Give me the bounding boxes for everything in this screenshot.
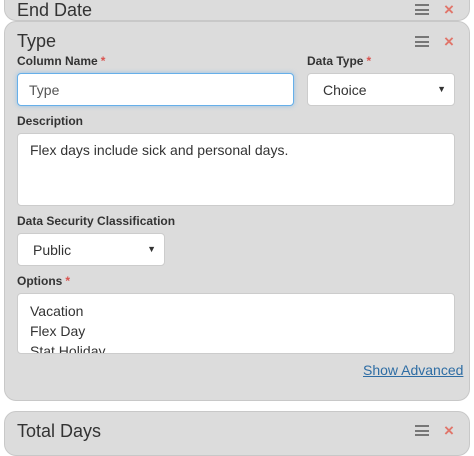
option-item: Vacation (30, 303, 84, 319)
column-name-label: Column Name * (17, 54, 105, 68)
menu-icon[interactable] (415, 36, 429, 47)
security-classification-select[interactable]: Public ▼ (17, 233, 165, 266)
close-icon[interactable]: × (444, 33, 454, 50)
required-marker: * (366, 54, 372, 68)
option-item: Flex Day (30, 323, 86, 339)
option-item: Stat Holiday (30, 343, 106, 354)
data-type-label-text: Data Type (307, 54, 364, 68)
close-icon[interactable]: × (444, 422, 454, 439)
options-label: Options * (17, 274, 70, 288)
column-panel-total-days: Total Days × (4, 411, 470, 456)
menu-icon[interactable] (415, 4, 429, 15)
data-type-value: Choice (323, 82, 367, 98)
panel-title: End Date (17, 0, 93, 20)
options-textarea[interactable]: Vacation Flex Day Stat Holiday (17, 293, 455, 354)
column-name-label-text: Column Name (17, 54, 98, 68)
column-name-input[interactable] (17, 73, 294, 106)
data-type-select[interactable]: Choice ▼ (307, 73, 455, 106)
required-marker: * (65, 274, 70, 288)
panel-title: Type (17, 31, 57, 51)
options-label-text: Options (17, 274, 63, 288)
description-label: Description (17, 114, 84, 128)
data-type-label: Data Type * (307, 54, 371, 68)
required-marker: * (100, 54, 106, 68)
chevron-down-icon: ▼ (437, 84, 446, 94)
close-icon[interactable]: × (444, 1, 454, 18)
security-classification-label: Data Security Classification (17, 214, 176, 228)
column-panel-type: Type × Column Name* Data Type* Choice ▼ … (4, 21, 470, 401)
panel-title: Total Days (17, 421, 102, 441)
chevron-down-icon: ▼ (147, 244, 156, 254)
description-textarea[interactable]: Flex days include sick and personal days… (17, 133, 455, 206)
options-list: Vacation Flex Day Stat Holiday (30, 301, 106, 354)
column-panel-end-date: End Date × (4, 0, 470, 21)
security-classification-value: Public (33, 242, 72, 258)
menu-icon[interactable] (415, 425, 429, 436)
show-advanced-link[interactable]: Show Advanced (363, 362, 463, 378)
description-text: Flex days include sick and personal days… (30, 142, 289, 158)
